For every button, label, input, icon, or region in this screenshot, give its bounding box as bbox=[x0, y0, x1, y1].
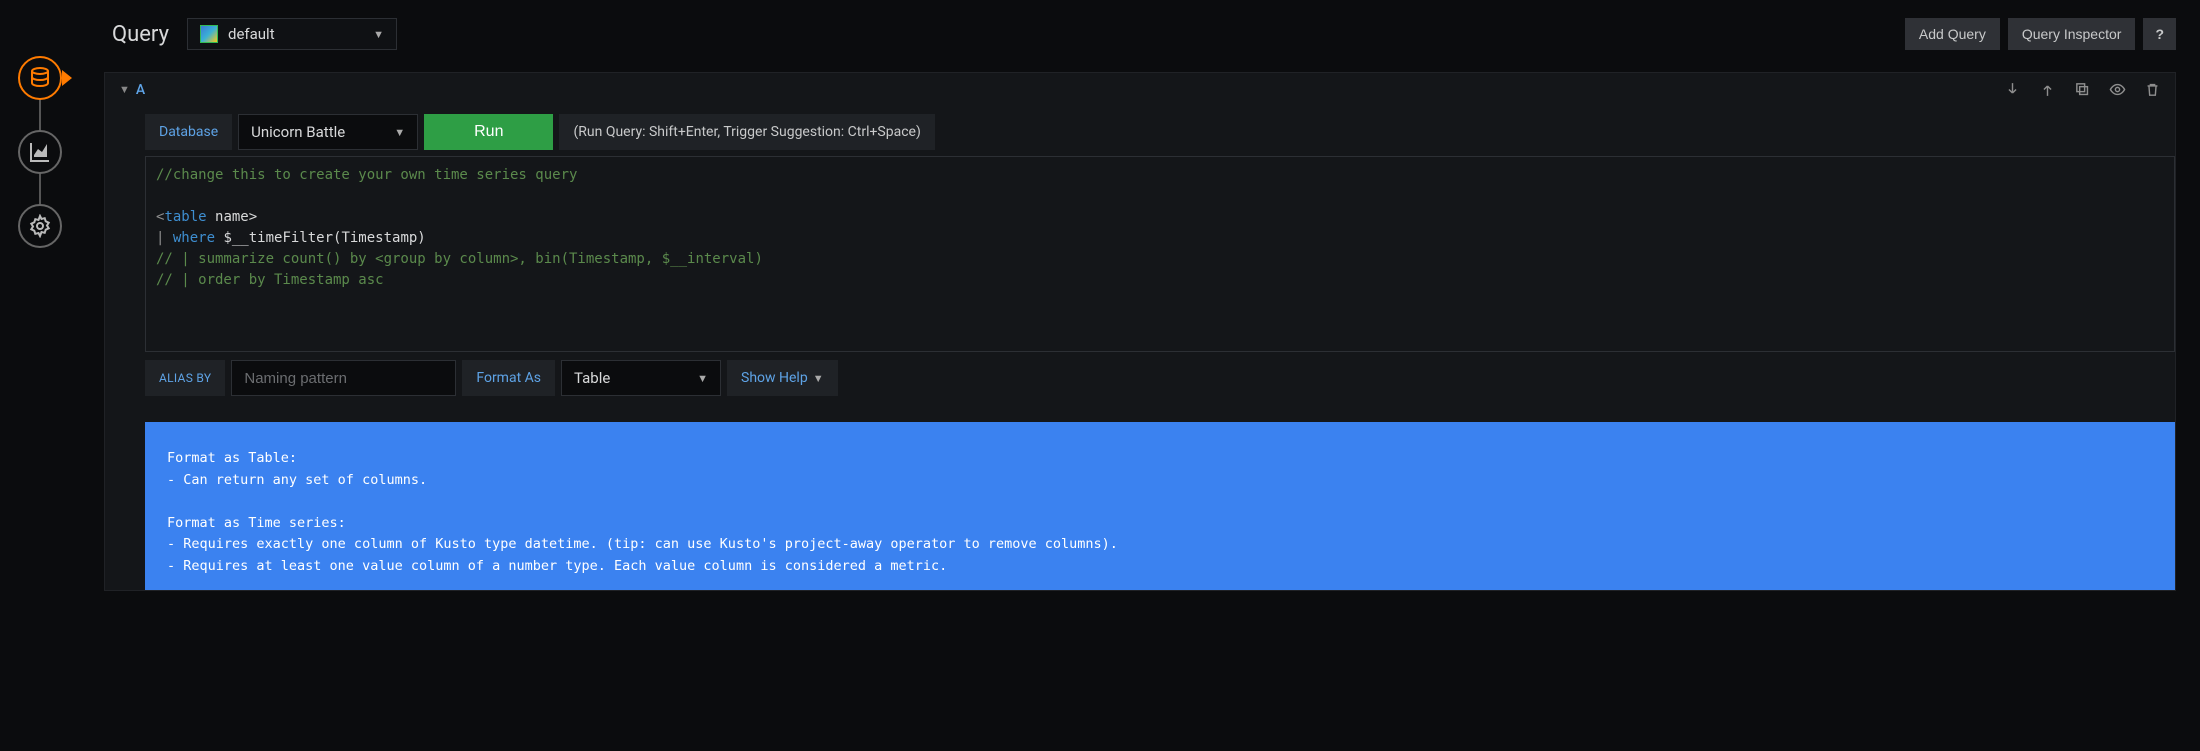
copy-icon bbox=[2074, 81, 2091, 98]
collapse-icon: ▼ bbox=[119, 83, 130, 96]
help-button[interactable]: ? bbox=[2143, 18, 2176, 50]
database-icon bbox=[28, 66, 52, 90]
gear-icon bbox=[28, 214, 52, 238]
add-query-button[interactable]: Add Query bbox=[1905, 18, 2000, 50]
query-code-editor[interactable]: //change this to create your own time se… bbox=[145, 156, 2175, 352]
caret-down-icon: ▼ bbox=[373, 28, 384, 41]
format-as-selected: Table bbox=[574, 369, 610, 387]
caret-down-icon: ▼ bbox=[697, 372, 708, 385]
duplicate-button[interactable] bbox=[2074, 81, 2091, 98]
eye-icon bbox=[2109, 81, 2126, 98]
step-visualization[interactable] bbox=[18, 130, 62, 174]
format-as-label: Format As bbox=[462, 360, 555, 396]
arrow-down-icon bbox=[2004, 81, 2021, 98]
show-help-toggle[interactable]: Show Help ▼ bbox=[727, 360, 838, 396]
alias-by-label: ALIAS BY bbox=[145, 360, 225, 396]
move-up-button[interactable] bbox=[2039, 81, 2056, 98]
run-button[interactable]: Run bbox=[424, 114, 553, 150]
database-label: Database bbox=[145, 114, 232, 150]
datasource-logo-icon bbox=[200, 25, 218, 43]
caret-down-icon: ▼ bbox=[394, 126, 405, 139]
query-inspector-button[interactable]: Query Inspector bbox=[2008, 18, 2136, 50]
format-as-select[interactable]: Table ▼ bbox=[561, 360, 721, 396]
delete-button[interactable] bbox=[2144, 81, 2161, 98]
query-row: ▼ A Database Unicorn Battle ▼ Run bbox=[104, 72, 2176, 591]
query-ref-id: A bbox=[136, 82, 145, 98]
caret-down-icon: ▼ bbox=[813, 372, 824, 385]
query-row-toggle[interactable]: ▼ A bbox=[119, 82, 145, 98]
arrow-up-icon bbox=[2039, 81, 2056, 98]
step-datasource[interactable] bbox=[18, 56, 62, 100]
database-selected: Unicorn Battle bbox=[251, 123, 345, 141]
datasource-select[interactable]: default ▼ bbox=[187, 18, 397, 50]
page-title: Query bbox=[112, 22, 169, 47]
run-hint: (Run Query: Shift+Enter, Trigger Suggest… bbox=[559, 114, 934, 150]
trash-icon bbox=[2144, 81, 2161, 98]
move-down-button[interactable] bbox=[2004, 81, 2021, 98]
editor-stepper bbox=[0, 0, 80, 751]
alias-by-input[interactable] bbox=[231, 360, 456, 396]
datasource-selected: default bbox=[228, 25, 275, 43]
help-panel: Format as Table: - Can return any set of… bbox=[145, 422, 2175, 590]
top-bar: Query default ▼ Add Query Query Inspecto… bbox=[104, 10, 2176, 72]
step-settings[interactable] bbox=[18, 204, 62, 248]
database-select[interactable]: Unicorn Battle ▼ bbox=[238, 114, 418, 150]
toggle-visibility-button[interactable] bbox=[2109, 81, 2126, 98]
chart-icon bbox=[28, 140, 52, 164]
